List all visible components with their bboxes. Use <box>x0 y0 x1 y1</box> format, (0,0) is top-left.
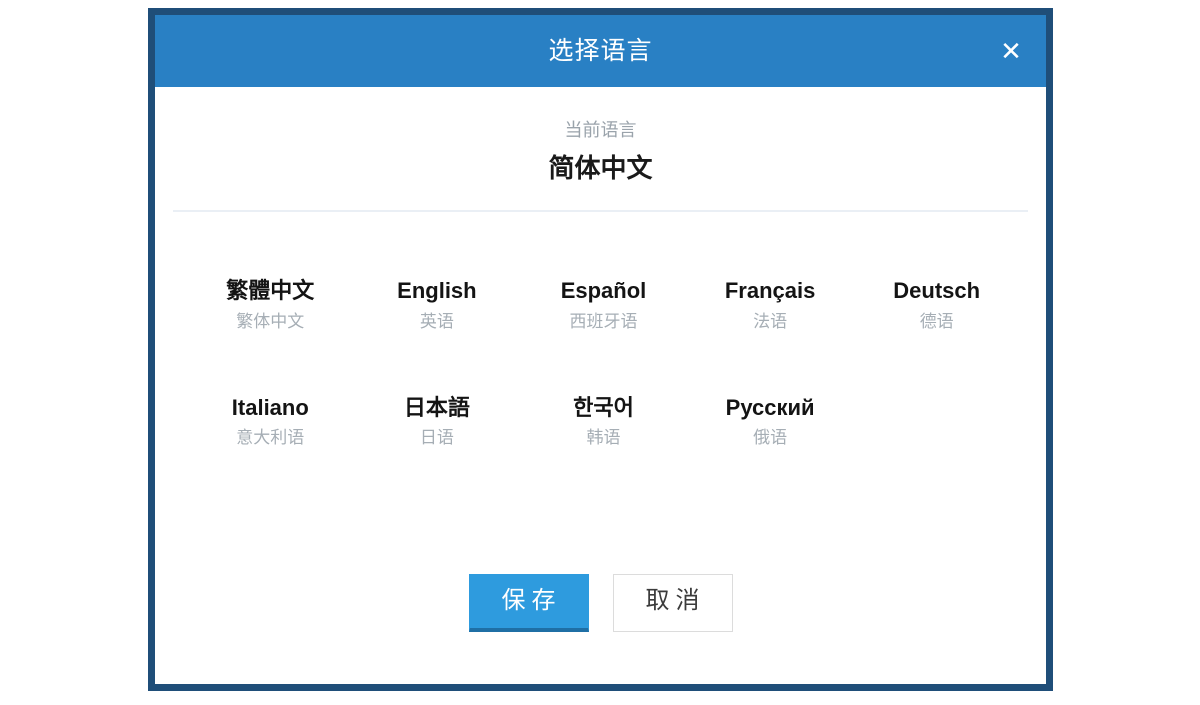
language-option[interactable]: Deutsch 德语 <box>853 274 1020 336</box>
language-local-name: 德语 <box>919 312 954 332</box>
language-native-name: 한국어 <box>573 394 634 420</box>
save-button[interactable]: 保存 <box>468 574 589 632</box>
current-language-value: 简体中文 <box>548 153 653 183</box>
language-local-name: 英语 <box>419 312 454 332</box>
language-local-name: 法语 <box>753 312 788 332</box>
language-option[interactable]: Русский 俄语 <box>687 391 854 453</box>
page-background: 选择语言 ✕ 当前语言 简体中文 繁體中文繁体中文 English 英语 Españo… <box>0 0 1200 705</box>
language-native-name: Deutsch <box>893 278 981 304</box>
language-native-name: Русский <box>725 394 815 420</box>
language-option[interactable]: Español 西班牙语 <box>520 274 687 336</box>
language-selection-dialog: 选择语言 ✕ 当前语言 简体中文 繁體中文繁体中文 English 英语 Españo… <box>148 8 1053 691</box>
dialog-title: 选择语言 <box>548 36 653 65</box>
language-native-name: 繁體中文 <box>226 278 315 304</box>
language-option[interactable]: English 英语 <box>354 274 521 336</box>
dialog-body: 当前语言 简体中文 繁體中文繁体中文 English 英语 Español 西班牙语 Fr… <box>155 87 1046 684</box>
close-icon[interactable]: ✕ <box>994 34 1028 68</box>
language-local-name: 韩语 <box>586 428 621 448</box>
language-option[interactable]: 한국어 韩语 <box>520 391 687 453</box>
language-local-name: 西班牙语 <box>569 312 638 332</box>
language-local-name: 俄语 <box>753 428 788 448</box>
current-language-label: 当前语言 <box>564 120 637 140</box>
language-native-name: Italiano <box>231 394 309 420</box>
current-language-block: 当前语言 简体中文 <box>155 87 1046 186</box>
section-divider <box>173 210 1028 213</box>
language-option[interactable]: Italiano 意大利语 <box>187 391 354 453</box>
language-option[interactable]: 繁體中文 繁体中文 <box>187 274 354 336</box>
language-native-name: English <box>397 278 477 304</box>
cancel-button[interactable]: 取消 <box>612 574 733 632</box>
language-option[interactable]: Français 法语 <box>687 274 854 336</box>
language-grid: 繁體中文繁体中文 English 英语 Español 西班牙语 Français 法语 De… <box>155 274 1046 452</box>
language-option[interactable]: 日本語 日语 <box>354 391 521 453</box>
language-local-name: 意大利语 <box>236 428 305 448</box>
language-native-name: Français <box>724 278 816 304</box>
language-native-name: 日本語 <box>403 394 470 420</box>
language-local-name: 日语 <box>419 428 454 448</box>
language-local-name: 繁体中文 <box>236 312 305 332</box>
language-native-name: Español <box>560 278 647 304</box>
dialog-titlebar: 选择语言 ✕ <box>155 15 1046 87</box>
dialog-footer: 保存 取消 <box>155 574 1046 632</box>
